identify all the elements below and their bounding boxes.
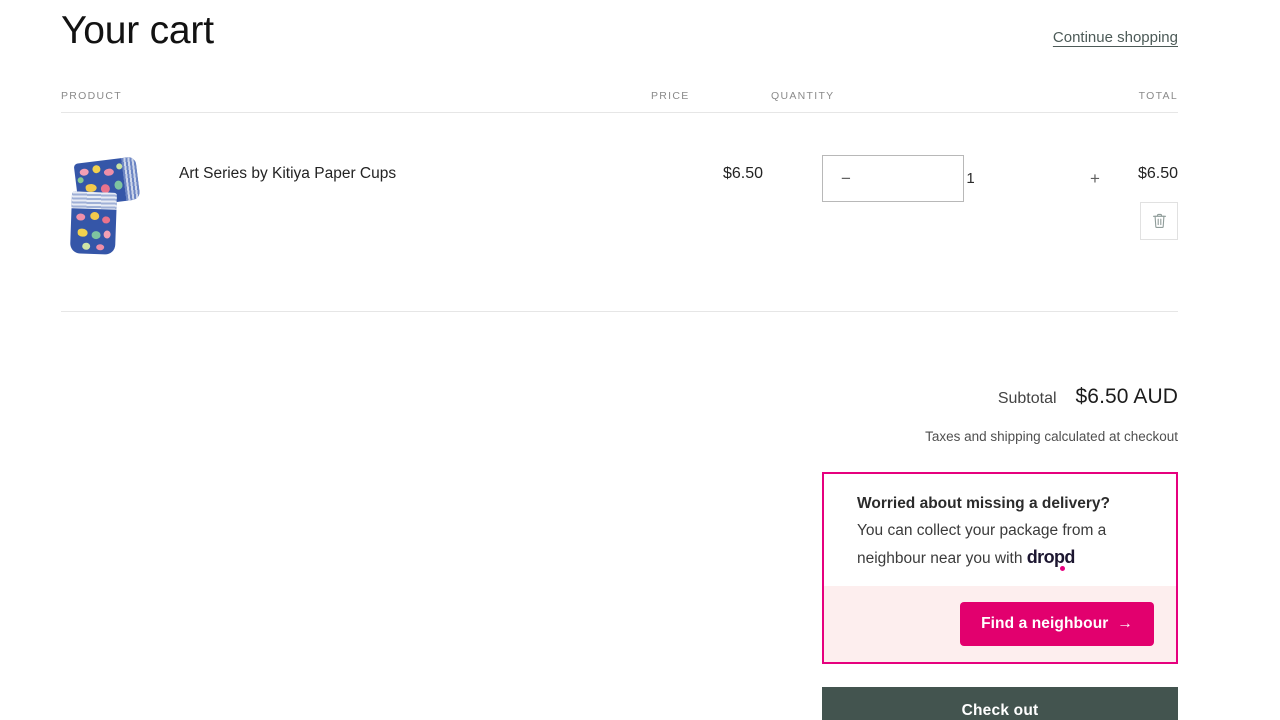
dropd-promo-body-line1: You can collect your package from a (857, 522, 1106, 539)
checkout-button[interactable]: Check out (822, 687, 1178, 720)
line-total-amount: $6.50 (986, 163, 1178, 185)
column-header-quantity: QUANTITY (771, 89, 986, 103)
find-a-neighbour-label: Find a neighbour (981, 615, 1108, 633)
find-a-neighbour-button[interactable]: Find a neighbour → (960, 602, 1154, 646)
cart-table: PRODUCT PRICE QUANTITY TOTAL (61, 89, 1178, 312)
column-header-product: PRODUCT (61, 89, 651, 103)
tax-shipping-note: Taxes and shipping calculated at checkou… (61, 429, 1178, 444)
subtotal-row: Subtotal $6.50 AUD (61, 385, 1178, 409)
paper-cup-vertical (70, 191, 117, 255)
column-header-total: TOTAL (986, 89, 1178, 103)
arrow-right-icon: → (1117, 615, 1133, 633)
cart-container: Your cart Continue shopping PRODUCT PRIC… (61, 0, 1178, 720)
dropd-promo-box: Worried about missing a delivery? You ca… (822, 472, 1178, 664)
dropd-promo-footer: Find a neighbour → (824, 586, 1176, 662)
dropd-logo-text: dropd (1027, 547, 1075, 567)
dropd-promo-body: You can collect your package from a neig… (857, 518, 1156, 572)
page-title: Your cart (61, 8, 214, 54)
continue-shopping-link[interactable]: Continue shopping (1053, 28, 1178, 48)
column-header-price: PRICE (651, 89, 771, 103)
product-price: $6.50 (651, 152, 771, 185)
cart-totals: Subtotal $6.50 AUD Taxes and shipping ca… (61, 385, 1178, 720)
product-thumbnail[interactable] (63, 158, 141, 258)
line-total-cell: $6.50 (986, 152, 1178, 240)
dropd-logo: dropd (1027, 544, 1075, 570)
cart-table-header-row: PRODUCT PRICE QUANTITY TOTAL (61, 89, 1178, 113)
trash-icon (1152, 213, 1167, 229)
dropd-promo-content: Worried about missing a delivery? You ca… (824, 474, 1176, 586)
quantity-cell: − + (771, 152, 986, 202)
dropd-promo-body-line2: neighbour near you with (857, 550, 1022, 567)
subtotal-value: $6.50 AUD (1076, 385, 1178, 409)
cart-header: Your cart Continue shopping (61, 0, 1178, 54)
table-row: Art Series by Kitiya Paper Cups $6.50 − … (61, 113, 1178, 312)
quantity-decrease-button[interactable]: − (823, 156, 869, 201)
cart-page: Your cart Continue shopping PRODUCT PRIC… (0, 0, 1280, 720)
subtotal-label: Subtotal (998, 390, 1057, 408)
quantity-stepper[interactable]: − + (822, 155, 964, 202)
dropd-logo-dot (1060, 566, 1065, 571)
remove-item-button[interactable] (1140, 202, 1178, 240)
product-title[interactable]: Art Series by Kitiya Paper Cups (179, 163, 396, 185)
dropd-promo-heading: Worried about missing a delivery? (857, 492, 1156, 516)
product-cell: Art Series by Kitiya Paper Cups (61, 152, 651, 258)
